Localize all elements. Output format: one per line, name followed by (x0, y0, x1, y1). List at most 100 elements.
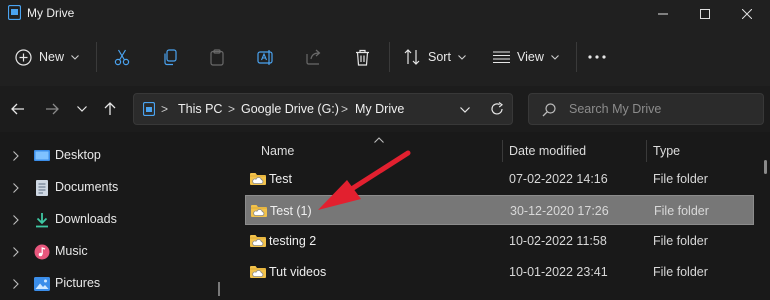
chevron-down-icon[interactable] (460, 107, 470, 113)
column-header-name[interactable]: Name (261, 144, 294, 158)
breadcrumb-this-pc[interactable]: This PC (178, 102, 222, 116)
search-placeholder: Search My Drive (569, 102, 662, 116)
breadcrumb-separator: > (161, 102, 169, 116)
chevron-down-icon (71, 54, 79, 60)
chevron-down-icon (550, 54, 559, 60)
sidebar-item-label: Documents (55, 180, 119, 194)
sidebar-item-documents[interactable]: Documents (0, 172, 222, 204)
command-bar: New Sort View (0, 28, 770, 86)
address-bar[interactable]: > This PC > Google Drive (G:) > My Drive (133, 93, 513, 125)
rename-icon (257, 49, 273, 65)
file-date-modified: 10-02-2022 11:58 (509, 234, 607, 248)
cloud-folder-icon (251, 205, 267, 217)
file-date-modified: 10-01-2022 23:41 (509, 265, 608, 279)
arrow-right-icon (46, 103, 59, 115)
more-options-button[interactable] (588, 28, 606, 86)
recent-locations-button[interactable] (70, 86, 94, 132)
sidebar-scrollbar[interactable] (218, 282, 220, 296)
cloud-folder-icon (250, 266, 266, 278)
sidebar-item-downloads[interactable]: Downloads (0, 204, 222, 236)
up-button[interactable] (98, 86, 122, 132)
search-box[interactable]: Search My Drive (528, 93, 764, 125)
sort-button[interactable]: Sort (404, 28, 466, 86)
file-type: File folder (654, 204, 709, 218)
close-icon (742, 9, 752, 19)
file-type: File folder (653, 265, 708, 279)
music-icon (34, 244, 50, 260)
title-bar: My Drive (0, 0, 770, 28)
file-row[interactable]: Tut videos 10-01-2022 23:41 File folder (245, 257, 754, 287)
chevron-down-icon (77, 106, 87, 112)
cut-button[interactable] (114, 28, 130, 86)
toolbar-divider (389, 42, 390, 72)
sidebar-item-label: Music (55, 244, 88, 258)
view-button[interactable]: View (493, 28, 559, 86)
refresh-icon[interactable] (490, 102, 504, 116)
navigation-pane: Desktop Documents Downloads Music Pictur… (0, 132, 228, 296)
chevron-right-icon (13, 183, 19, 193)
file-list: Name Date modified Type Test 07-02-2022 1… (230, 132, 770, 296)
file-name: testing 2 (269, 234, 317, 248)
copy-icon (164, 48, 177, 65)
toolbar-divider (576, 42, 577, 72)
chevron-right-icon (13, 247, 19, 257)
plus-circle-icon (15, 48, 32, 66)
delete-button[interactable] (355, 28, 370, 86)
more-dots-icon (588, 55, 606, 59)
navigation-bar: > This PC > Google Drive (G:) > My Drive… (0, 86, 770, 132)
close-button[interactable] (724, 0, 770, 28)
rename-button[interactable] (257, 28, 275, 86)
sidebar-item-pictures[interactable]: Pictures (0, 268, 222, 300)
breadcrumb-my-drive[interactable]: My Drive (355, 102, 404, 116)
downloads-icon (36, 213, 48, 228)
sort-icon (404, 49, 420, 65)
desktop-icon (34, 150, 50, 161)
file-name: Tut videos (269, 265, 327, 279)
file-row[interactable]: Test (1) 30-12-2020 17:26 File folder (245, 195, 754, 225)
chevron-right-icon (13, 151, 19, 161)
new-button[interactable]: New (15, 28, 79, 86)
sidebar-item-music[interactable]: Music (0, 236, 222, 268)
sort-label: Sort (428, 50, 451, 64)
arrow-up-icon (104, 102, 116, 115)
view-label: View (517, 50, 544, 64)
column-header-type[interactable]: Type (653, 144, 680, 158)
sort-ascending-icon (374, 137, 384, 143)
file-row[interactable]: testing 2 10-02-2022 11:58 File folder (245, 226, 754, 256)
column-header-date-modified[interactable]: Date modified (509, 144, 586, 158)
forward-button[interactable] (40, 86, 64, 132)
breadcrumb-separator: > (228, 102, 236, 116)
arrow-left-icon (11, 103, 24, 115)
maximize-button[interactable] (682, 0, 728, 28)
breadcrumb-google-drive[interactable]: Google Drive (G:) (241, 102, 339, 116)
drive-app-icon (8, 5, 21, 20)
file-date-modified: 07-02-2022 14:16 (509, 172, 608, 186)
drive-icon (143, 102, 155, 116)
column-divider[interactable] (502, 140, 503, 162)
window-title: My Drive (27, 6, 75, 20)
file-list-scrollbar[interactable] (764, 160, 767, 174)
search-icon (542, 103, 556, 117)
documents-icon (36, 180, 48, 196)
scissors-icon (114, 49, 130, 65)
file-date-modified: 30-12-2020 17:26 (510, 204, 609, 218)
minimize-icon (658, 13, 668, 15)
sidebar-item-desktop[interactable]: Desktop (0, 140, 222, 172)
file-type: File folder (653, 172, 708, 186)
chevron-right-icon (13, 279, 19, 289)
clipboard-icon (210, 48, 224, 66)
copy-button[interactable] (162, 28, 178, 86)
maximize-icon (700, 9, 710, 19)
file-row[interactable]: Test 07-02-2022 14:16 File folder (245, 164, 754, 194)
back-button[interactable] (6, 86, 30, 132)
share-button[interactable] (306, 28, 322, 86)
pictures-icon (34, 277, 50, 291)
sidebar-item-label: Downloads (55, 212, 117, 226)
minimize-button[interactable] (640, 0, 686, 28)
file-name: Test (1) (270, 204, 312, 218)
breadcrumb-separator: > (341, 102, 349, 116)
new-label: New (39, 50, 65, 64)
share-icon (306, 49, 321, 65)
paste-button[interactable] (210, 28, 224, 86)
column-divider[interactable] (646, 140, 647, 162)
